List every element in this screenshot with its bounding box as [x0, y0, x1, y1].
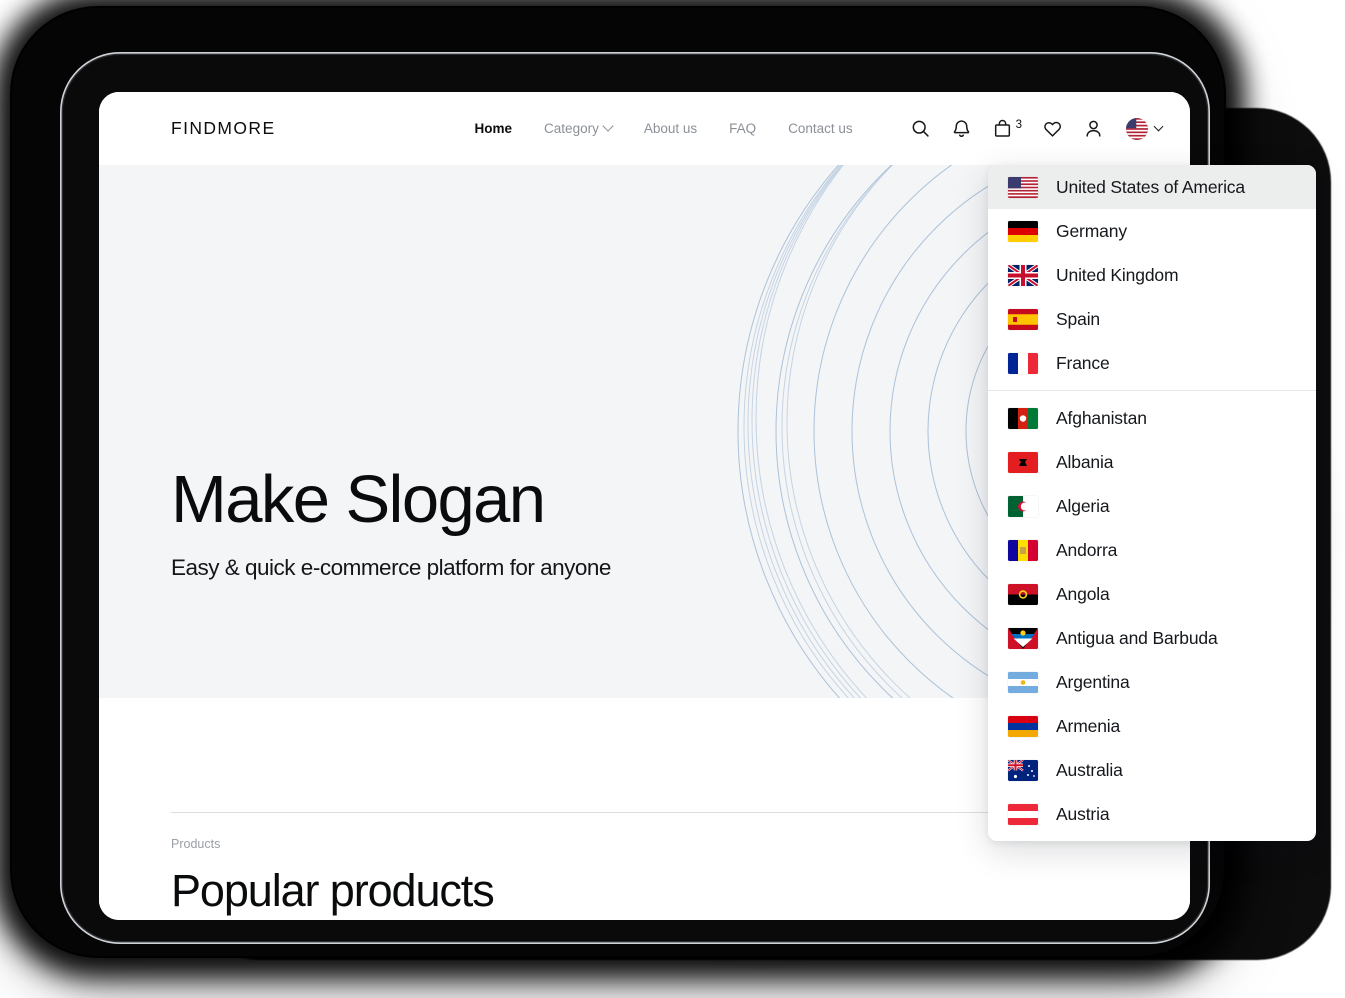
nav-item-category[interactable]: Category [544, 119, 614, 136]
dz-flag-icon [1008, 495, 1038, 517]
country-option-france[interactable]: France [988, 341, 1316, 385]
nav-item-about-us-label: About us [643, 121, 698, 136]
nav-item-home[interactable]: Home [475, 121, 513, 136]
site-header: FINDMORE Home Category About us FAQ Cont… [99, 92, 1190, 165]
country-option-label: Austria [1056, 803, 1110, 824]
country-option-label: Algeria [1056, 495, 1110, 516]
us-flag-circle-icon [1126, 117, 1148, 140]
country-option-label: France [1056, 352, 1110, 373]
section-divider [171, 812, 1118, 813]
chevron-down-icon [1153, 121, 1164, 132]
section-eyebrow: Products [171, 837, 221, 851]
country-option-label: Andorra [1056, 539, 1118, 560]
ao-flag-icon [1008, 583, 1038, 605]
country-dropdown-panel[interactable]: United States of America Germany United … [988, 165, 1316, 841]
language-selector[interactable] [1126, 117, 1164, 140]
country-option-antigua-and-barbuda[interactable]: Antigua and Barbuda [988, 616, 1316, 660]
al-flag-icon [1008, 451, 1038, 473]
country-option-albania[interactable]: Albania [988, 440, 1316, 484]
de-flag-icon [1008, 220, 1038, 242]
nav-item-category-label: Category [544, 121, 599, 136]
country-option-andorra[interactable]: Andorra [988, 528, 1316, 572]
at-flag-icon [1008, 803, 1038, 825]
user-icon[interactable] [1083, 118, 1104, 139]
country-option-united-states[interactable]: United States of America [988, 165, 1316, 209]
country-option-armenia[interactable]: Armenia [988, 704, 1316, 748]
country-option-label: Argentina [1056, 671, 1130, 692]
heart-icon[interactable] [1042, 118, 1063, 139]
fr-flag-icon [1008, 352, 1038, 374]
country-primary-list: United States of America Germany United … [988, 165, 1316, 836]
dropdown-separator [988, 390, 1316, 391]
ag-flag-icon [1008, 627, 1038, 649]
header-icon-group: 3 [910, 117, 1164, 140]
shopping-bag-button[interactable]: 3 [992, 118, 1022, 139]
country-option-algeria[interactable]: Algeria [988, 484, 1316, 528]
country-option-australia[interactable]: Australia [988, 748, 1316, 792]
country-option-label: Australia [1056, 759, 1123, 780]
hero-title: Make Slogan [171, 462, 546, 537]
country-option-label: Armenia [1056, 715, 1121, 736]
country-option-label: Germany [1056, 220, 1127, 241]
nav-item-about-us[interactable]: About us [644, 121, 697, 136]
cart-count-badge: 3 [1015, 119, 1022, 131]
country-option-label: Antigua and Barbuda [1056, 627, 1218, 648]
nav-item-faq[interactable]: FAQ [729, 121, 756, 136]
country-option-austria[interactable]: Austria [988, 792, 1316, 836]
country-option-label: Spain [1056, 308, 1101, 329]
nav-item-contact-us[interactable]: Contact us [788, 121, 853, 136]
gb-flag-icon [1008, 264, 1038, 286]
ar-flag-icon [1008, 671, 1038, 693]
bell-icon[interactable] [951, 118, 972, 139]
search-icon[interactable] [910, 118, 931, 139]
country-option-germany[interactable]: Germany [988, 209, 1316, 253]
nav-item-contact-us-label: Contact us [788, 121, 853, 136]
nav-item-home-label: Home [474, 121, 513, 136]
main-navigation: Home Category About us FAQ Contact us [475, 119, 853, 136]
hero-copy: Make Slogan Easy & quick e-commerce plat… [171, 466, 611, 581]
section-title: Popular products [171, 865, 495, 916]
country-option-label: Angola [1056, 583, 1110, 604]
am-flag-icon [1008, 715, 1038, 737]
es-flag-icon [1008, 308, 1038, 330]
chevron-down-icon [602, 119, 614, 132]
hero-subtitle: Easy & quick e-commerce platform for any… [171, 555, 611, 580]
country-option-spain[interactable]: Spain [988, 297, 1316, 341]
shopping-bag-icon [992, 118, 1013, 139]
scene: FINDMORE Home Category About us FAQ Cont… [0, 0, 1345, 998]
ad-flag-icon [1008, 539, 1038, 561]
country-option-label: Afghanistan [1056, 407, 1147, 428]
af-flag-icon [1008, 407, 1038, 429]
us-flag-icon [1008, 176, 1038, 198]
country-option-afghanistan[interactable]: Afghanistan [988, 396, 1316, 440]
au-flag-icon [1008, 759, 1038, 781]
brand-logo[interactable]: FINDMORE [171, 118, 276, 139]
country-option-argentina[interactable]: Argentina [988, 660, 1316, 704]
nav-item-faq-label: FAQ [729, 121, 757, 136]
country-option-label: United Kingdom [1056, 264, 1179, 285]
country-option-united-kingdom[interactable]: United Kingdom [988, 253, 1316, 297]
country-option-angola[interactable]: Angola [988, 572, 1316, 616]
country-option-label: Albania [1056, 451, 1114, 472]
country-option-label: United States of America [1056, 176, 1245, 197]
